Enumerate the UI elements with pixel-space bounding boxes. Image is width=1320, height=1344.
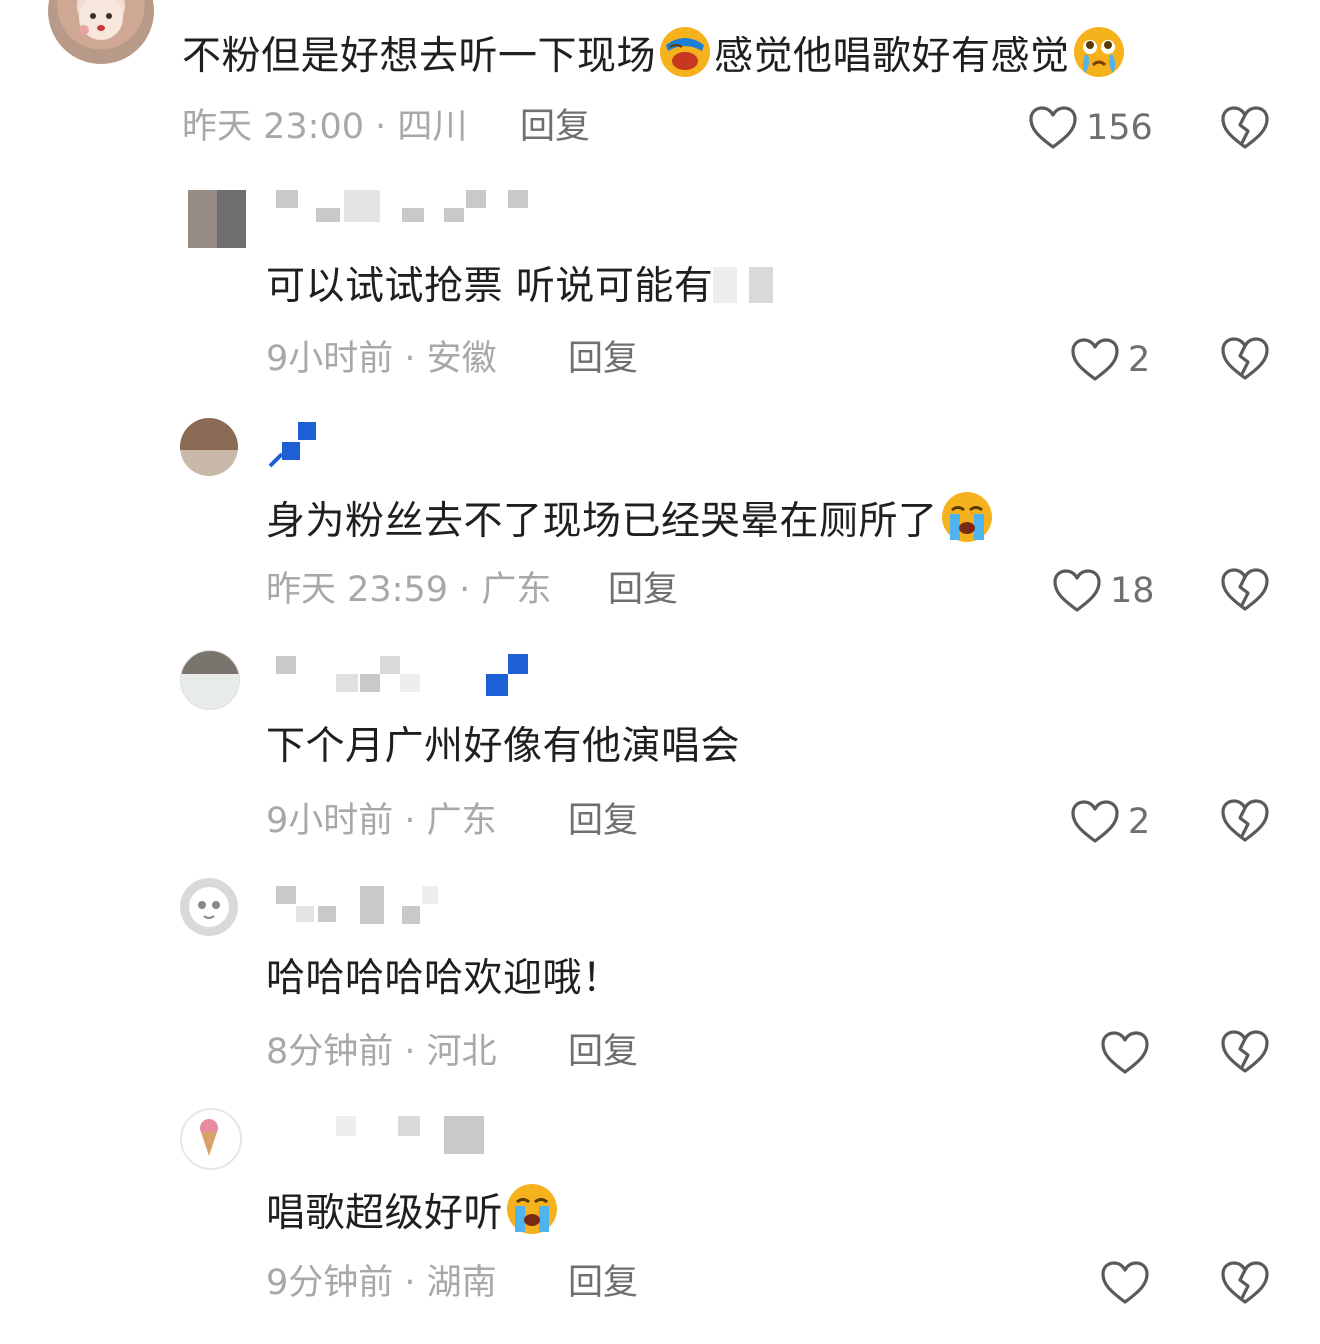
- username-blurred: [276, 656, 456, 692]
- timestamp: 9小时前: [266, 339, 394, 379]
- broken-heart-icon[interactable]: [1220, 567, 1270, 613]
- verified-badge-icon: [486, 654, 528, 696]
- like-count: 2: [1128, 802, 1151, 842]
- timestamp: 昨天 23:59: [266, 570, 448, 610]
- location: 河北: [426, 1032, 497, 1072]
- comment-text-part: 不粉但是好想去听一下现场: [182, 34, 657, 79]
- avatar[interactable]: [48, 0, 154, 64]
- separator: ·: [393, 1032, 427, 1072]
- comment-text-part: 哈哈哈哈哈欢迎哦！: [266, 956, 622, 1001]
- broken-heart-icon[interactable]: [1220, 1029, 1270, 1075]
- comment-text: 哈哈哈哈哈欢迎哦！: [266, 952, 622, 1006]
- comment-meta: 昨天 23:59 · 广东: [266, 568, 551, 612]
- comment-text-part: 唱歌超级好听: [266, 1191, 504, 1236]
- verified-badge-icon: [268, 422, 316, 468]
- crying-face-emoji-icon: [941, 492, 992, 542]
- timestamp: 9分钟前: [266, 1263, 394, 1303]
- heart-outline-icon: [1071, 338, 1119, 381]
- redacted-text: [713, 267, 774, 303]
- avatar[interactable]: [180, 650, 240, 710]
- reply-button[interactable]: 回复: [568, 1030, 638, 1074]
- comment-meta: 8分钟前 · 河北: [266, 1030, 497, 1074]
- like-count: 2: [1128, 340, 1151, 380]
- separator: ·: [448, 570, 482, 610]
- timestamp: 9小时前: [266, 801, 394, 841]
- broken-heart-icon[interactable]: [1220, 1260, 1270, 1306]
- reply-button[interactable]: 回复: [568, 1261, 638, 1305]
- comment-text: 下个月广州好像有他演唱会: [266, 720, 740, 774]
- comment-meta: 昨天 23:00 · 四川: [182, 105, 467, 149]
- crying-face-emoji-icon: [507, 1184, 558, 1234]
- separator: ·: [364, 107, 398, 147]
- comment-text: 唱歌超级好听: [266, 1182, 561, 1241]
- heart-outline-icon: [1053, 569, 1101, 612]
- separator: ·: [393, 339, 427, 379]
- comment-meta: 9小时前 · 安徽: [266, 337, 497, 381]
- separator: ·: [393, 801, 427, 841]
- like-button[interactable]: [1100, 1028, 1158, 1078]
- avatar[interactable]: [180, 418, 238, 476]
- comment-text: 可以试试抢票 听说可能有: [266, 260, 774, 314]
- username-blurred: [336, 1116, 496, 1154]
- reply-button[interactable]: 回复: [520, 105, 590, 149]
- like-count: 156: [1086, 108, 1153, 148]
- avatar[interactable]: [188, 190, 246, 248]
- like-button[interactable]: 2: [1070, 797, 1150, 847]
- like-button[interactable]: 18: [1052, 566, 1155, 616]
- username-blurred: [276, 886, 456, 924]
- reply-button[interactable]: 回复: [568, 337, 638, 381]
- heart-outline-icon: [1029, 106, 1077, 149]
- location: 广东: [481, 570, 552, 610]
- comment-text-part: 可以试试抢票 听说可能有: [266, 264, 714, 309]
- broken-heart-icon[interactable]: [1220, 798, 1270, 844]
- broken-heart-icon[interactable]: [1220, 105, 1270, 151]
- like-button[interactable]: [1100, 1258, 1158, 1308]
- reply-button[interactable]: 回复: [608, 568, 678, 612]
- username-blurred: [276, 190, 536, 226]
- comment-text: 不粉但是好想去听一下现场 感觉他唱歌好有感觉: [182, 25, 1128, 84]
- heart-outline-icon: [1071, 800, 1119, 843]
- like-count: 18: [1110, 571, 1155, 611]
- teary-face-emoji-icon: [1073, 27, 1124, 77]
- face-palm-emoji-icon: [660, 27, 711, 77]
- location: 四川: [397, 107, 468, 147]
- comment-meta: 9小时前 · 广东: [266, 799, 497, 843]
- comment-text-part: 感觉他唱歌好有感觉: [714, 34, 1070, 79]
- avatar[interactable]: [180, 1108, 242, 1170]
- like-button[interactable]: 2: [1070, 335, 1150, 385]
- timestamp: 8分钟前: [266, 1032, 394, 1072]
- reply-button[interactable]: 回复: [568, 799, 638, 843]
- timestamp: 昨天 23:00: [182, 107, 364, 147]
- location: 湖南: [426, 1263, 497, 1303]
- location: 安徽: [426, 339, 497, 379]
- comment-meta: 9分钟前 · 湖南: [266, 1261, 497, 1305]
- heart-outline-icon: [1101, 1261, 1149, 1304]
- avatar[interactable]: [180, 878, 238, 936]
- heart-outline-icon: [1101, 1031, 1149, 1074]
- broken-heart-icon[interactable]: [1220, 336, 1270, 382]
- comment-text-part: 身为粉丝去不了现场已经哭晕在厕所了: [266, 499, 938, 544]
- comment-text: 身为粉丝去不了现场已经哭晕在厕所了: [266, 490, 996, 549]
- separator: ·: [393, 1263, 427, 1303]
- comment-text-part: 下个月广州好像有他演唱会: [266, 724, 741, 769]
- like-button[interactable]: 156: [1028, 103, 1153, 153]
- location: 广东: [426, 801, 497, 841]
